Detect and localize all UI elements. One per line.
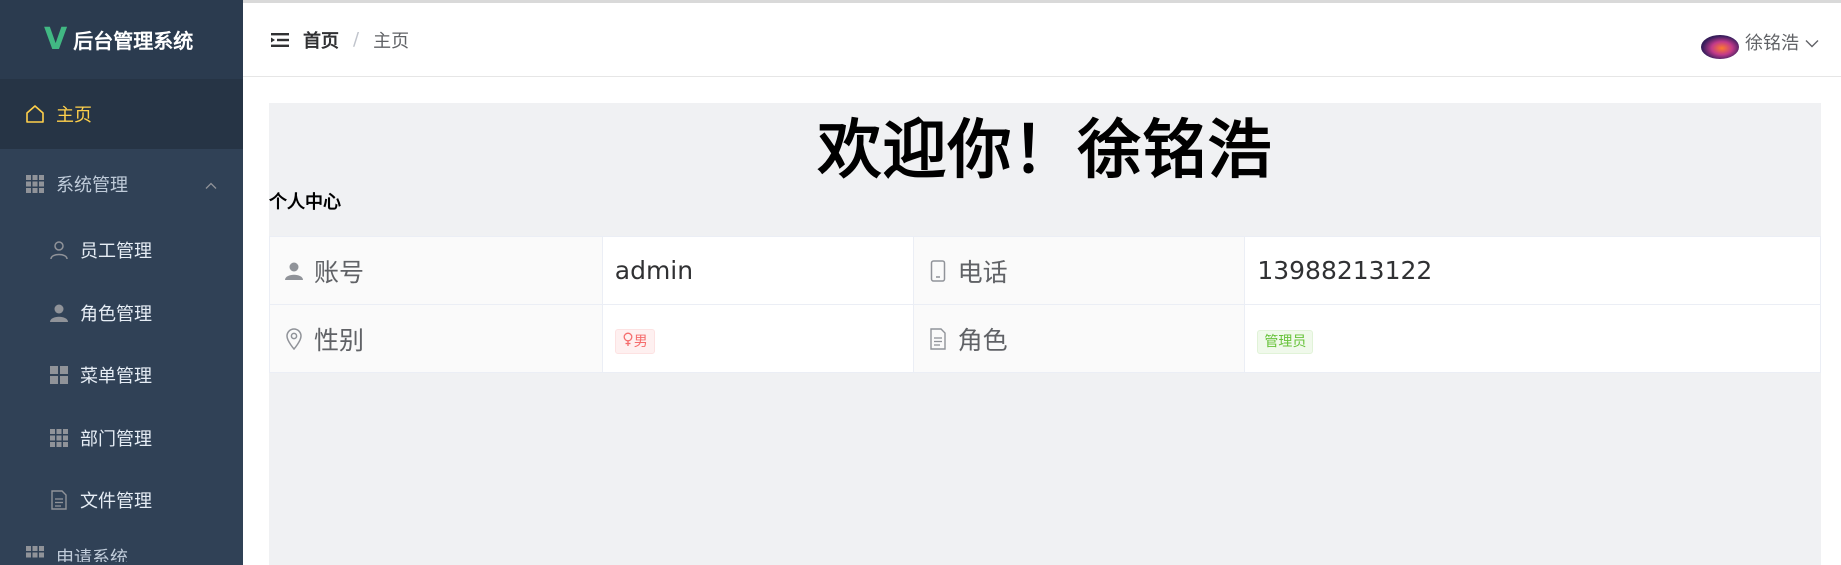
location-icon — [282, 327, 306, 351]
navbar: 首页 / 主页 徐铭浩 — [243, 3, 1841, 77]
gender-label-cell: 性别 — [269, 304, 603, 373]
sidebar-item-home[interactable]: 主页 — [0, 79, 243, 149]
sidebar-item-roles[interactable]: 角色管理 — [0, 282, 243, 345]
account-label: 账号 — [314, 257, 365, 287]
sidebar-item-label: 员工管理 — [80, 241, 152, 263]
sidebar-item-label: 角色管理 — [80, 303, 152, 325]
sidebar-item-system[interactable]: 系统管理 — [0, 149, 243, 219]
account-value: admin — [601, 236, 914, 305]
document-icon — [48, 489, 70, 511]
sidebar-item-label: 申请系统 — [56, 547, 128, 562]
main-content: 欢迎你！徐铭浩 个人中心 账号 admin 电话 13988213122 性别 … — [269, 103, 1821, 565]
phone-label: 电话 — [957, 257, 1008, 287]
app-title: 后台管理系统 — [73, 29, 194, 53]
sidebar-item-label: 部门管理 — [80, 428, 152, 450]
chevron-up-icon — [205, 174, 217, 195]
sidebar-item-employees[interactable]: 员工管理 — [0, 219, 243, 282]
female-icon — [622, 332, 634, 351]
menu-grid-icon — [48, 364, 70, 386]
role-value-cell: 管理员 — [1244, 304, 1821, 373]
sidebar: V 后台管理系统 主页 系统管理 员工管理 角色管理 菜单管理 部门管理 文件管… — [0, 0, 243, 565]
sidebar-item-menus[interactable]: 菜单管理 — [0, 344, 243, 407]
role-label-cell: 角色 — [912, 304, 1246, 373]
grid-icon — [24, 544, 46, 562]
role-label: 角色 — [957, 325, 1008, 355]
sidebar-item-files[interactable]: 文件管理 — [0, 469, 243, 532]
user-solid-icon — [282, 259, 306, 283]
section-title: 个人中心 — [269, 192, 341, 213]
sidebar-item-applications[interactable]: 申请系统 — [0, 532, 243, 562]
sidebar-item-departments[interactable]: 部门管理 — [0, 407, 243, 470]
mobile-phone-icon — [926, 259, 950, 283]
account-label-cell: 账号 — [269, 236, 603, 305]
document-icon — [926, 327, 950, 351]
phone-label-cell: 电话 — [912, 236, 1246, 305]
gender-value: 男 — [633, 333, 648, 350]
app-logo[interactable]: V 后台管理系统 — [0, 0, 243, 79]
user-dropdown[interactable]: 徐铭浩 — [1701, 25, 1819, 59]
grid-icon — [48, 427, 70, 449]
grid-icon — [24, 173, 46, 195]
home-icon — [24, 103, 46, 125]
breadcrumb-separator: / — [353, 29, 360, 50]
user-name[interactable]: 徐铭浩 — [1745, 29, 1799, 55]
sidebar-item-label: 文件管理 — [80, 491, 152, 513]
sidebar-item-label: 主页 — [56, 105, 92, 126]
profile-table: 账号 admin 电话 13988213122 性别 男 角色 管理员 — [269, 236, 1821, 373]
user-solid-icon — [48, 302, 70, 324]
gender-label: 性别 — [314, 325, 365, 355]
user-outline-icon — [48, 239, 70, 261]
role-tag: 管理员 — [1257, 330, 1314, 354]
avatar[interactable] — [1701, 35, 1739, 59]
breadcrumb-current: 主页 — [373, 30, 410, 52]
chevron-down-icon[interactable] — [1805, 32, 1819, 53]
welcome-heading: 欢迎你！徐铭浩 — [817, 114, 1273, 188]
sidebar-item-label: 菜单管理 — [80, 366, 152, 388]
breadcrumb: 首页 / 主页 — [303, 27, 409, 53]
gender-value-cell: 男 — [601, 304, 914, 373]
table-row: 性别 男 角色 管理员 — [269, 304, 1821, 373]
table-row: 账号 admin 电话 13988213122 — [269, 236, 1821, 305]
phone-value: 13988213122 — [1244, 236, 1821, 305]
gender-tag: 男 — [614, 329, 655, 354]
vue-logo-icon: V — [44, 21, 68, 57]
breadcrumb-home[interactable]: 首页 — [303, 27, 339, 53]
sidebar-item-label: 系统管理 — [56, 175, 128, 196]
hamburger-icon[interactable] — [271, 30, 291, 50]
